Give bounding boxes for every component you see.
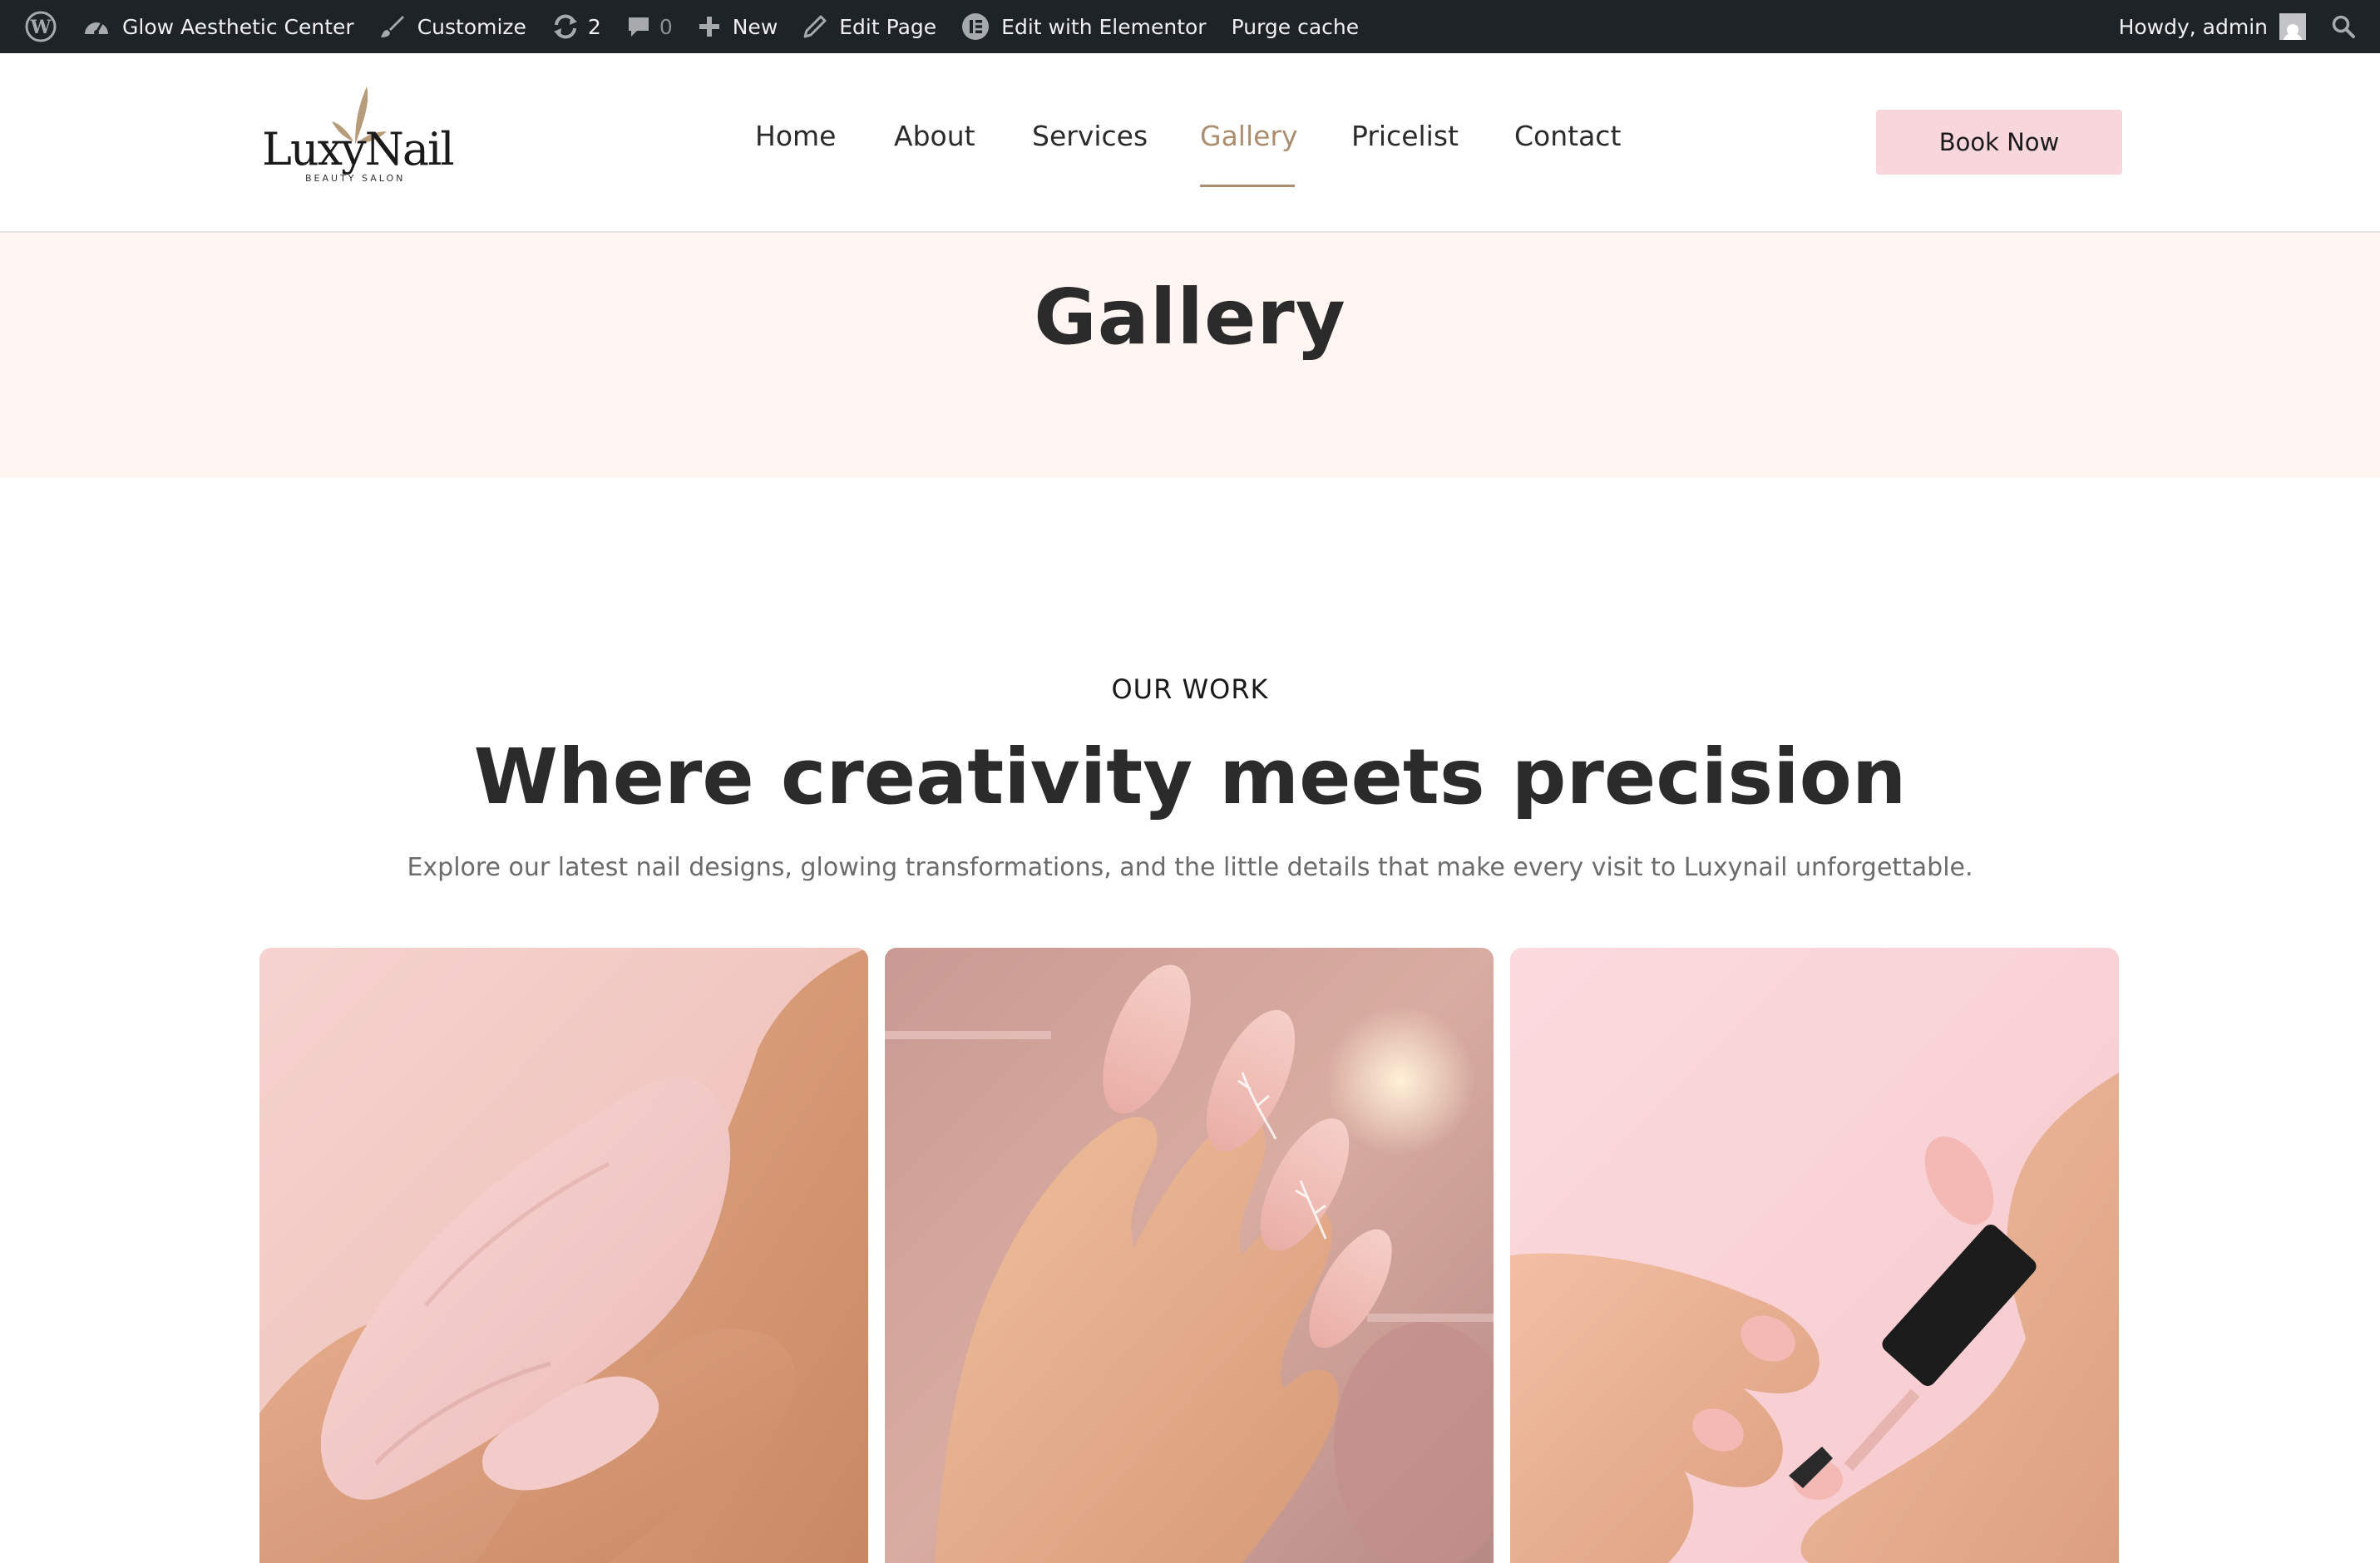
nav-about[interactable]: About xyxy=(894,120,975,152)
gallery-grid xyxy=(259,948,2119,1563)
edit-elementor-link[interactable]: Edit with Elementor xyxy=(949,0,1218,53)
svg-text:W: W xyxy=(30,17,52,38)
gallery-image-polish-application[interactable] xyxy=(1510,948,2119,1563)
page-title: Gallery xyxy=(1034,273,1346,362)
updates-count: 2 xyxy=(587,14,601,39)
new-label: New xyxy=(732,14,778,39)
gallery-image-almond-nails[interactable] xyxy=(885,948,1494,1563)
comment-icon xyxy=(626,14,651,39)
gallery-image-gloved-hands[interactable] xyxy=(259,948,868,1563)
edit-page-label: Edit Page xyxy=(839,14,937,39)
nav-gallery[interactable]: Gallery xyxy=(1200,120,1298,152)
wordpress-menu[interactable]: W xyxy=(12,0,70,53)
customize-label: Customize xyxy=(417,14,526,39)
dashboard-icon xyxy=(82,14,111,39)
new-content-link[interactable]: New xyxy=(685,0,791,53)
updates-link[interactable]: 2 xyxy=(539,0,614,53)
nav-services[interactable]: Services xyxy=(1032,120,1148,152)
admin-bar: W Glow Aesthetic Center Customize 2 0 Ne… xyxy=(0,0,2380,53)
edit-elementor-label: Edit with Elementor xyxy=(1001,14,1207,39)
site-name-link[interactable]: Glow Aesthetic Center xyxy=(70,0,367,53)
purge-cache-link[interactable]: Purge cache xyxy=(1219,0,1372,53)
updates-icon xyxy=(551,14,580,39)
section-lead: Explore our latest nail designs, glowing… xyxy=(407,853,1973,882)
pencil-icon xyxy=(802,14,827,39)
purge-cache-label: Purge cache xyxy=(1231,14,1360,39)
section-eyebrow: OUR WORK xyxy=(1111,673,1269,705)
active-nav-indicator xyxy=(1200,185,1295,187)
search-icon xyxy=(2331,14,2356,39)
nav-pricelist[interactable]: Pricelist xyxy=(1351,120,1459,152)
customize-link[interactable]: Customize xyxy=(367,0,539,53)
edit-page-link[interactable]: Edit Page xyxy=(790,0,949,53)
wordpress-icon: W xyxy=(24,10,57,43)
comments-count: 0 xyxy=(659,14,673,39)
nav-home[interactable]: Home xyxy=(755,120,836,152)
account-menu[interactable]: Howdy, admin xyxy=(2106,0,2318,53)
plus-icon xyxy=(698,15,721,38)
admin-search-button[interactable] xyxy=(2318,0,2368,53)
site-header: LuxyNail BEAUTY SALON Home About Service… xyxy=(0,53,2380,233)
page-title-band: Gallery xyxy=(0,233,2380,477)
brush-icon xyxy=(379,13,406,40)
comments-link[interactable]: 0 xyxy=(614,0,685,53)
nav-contact[interactable]: Contact xyxy=(1514,120,1621,152)
section-heading: Where creativity meets precision xyxy=(473,732,1907,821)
book-now-button[interactable]: Book Now xyxy=(1876,110,2122,175)
howdy-label: Howdy, admin xyxy=(2118,14,2268,39)
site-name-label: Glow Aesthetic Center xyxy=(122,14,354,39)
avatar xyxy=(2279,13,2306,40)
elementor-icon xyxy=(961,12,990,41)
